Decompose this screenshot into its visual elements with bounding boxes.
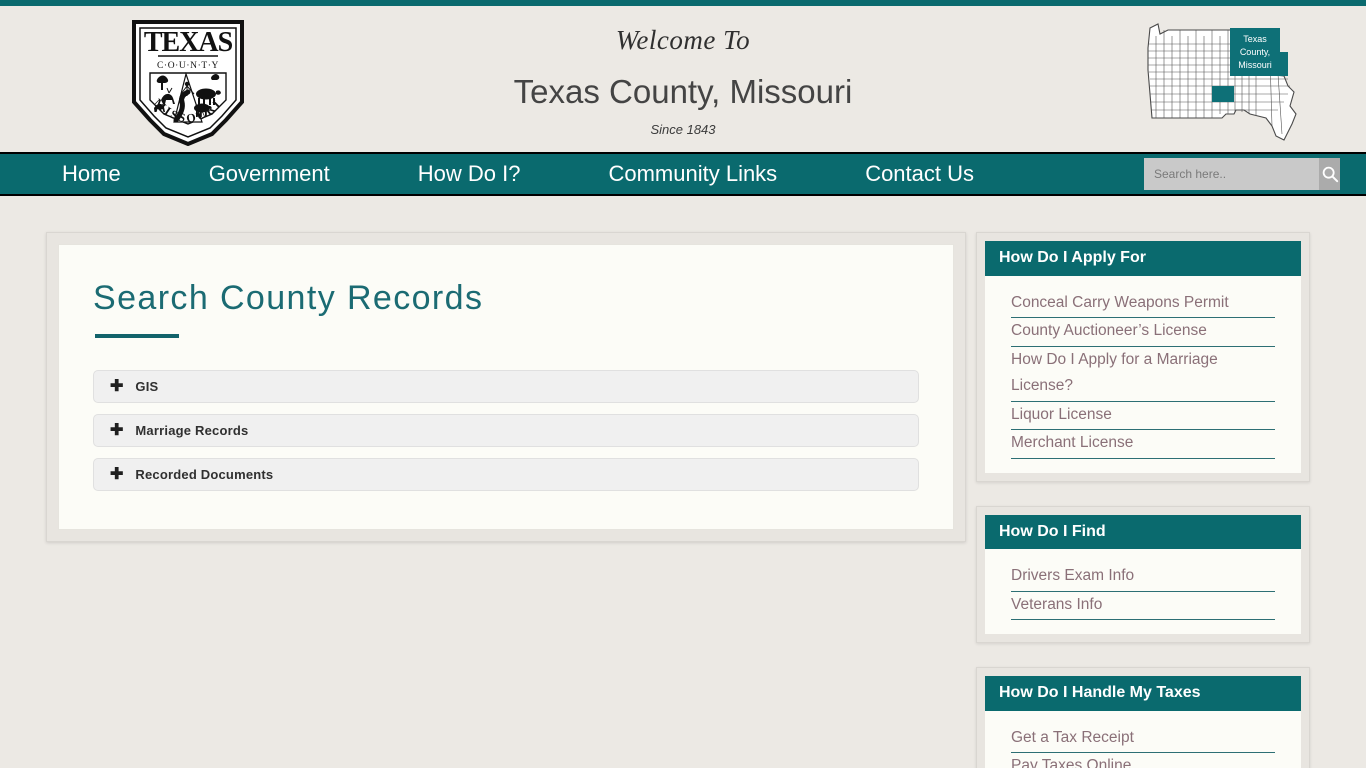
- widget-title: How Do I Apply For: [985, 241, 1301, 276]
- map-tooltip: Texas County, Missouri: [1230, 28, 1288, 76]
- widget-title: How Do I Find: [985, 514, 1301, 550]
- sidebar-link-merchant-license[interactable]: Merchant License: [1011, 430, 1275, 459]
- widget-how-do-i-find: How Do I Find Drivers Exam Info Veterans…: [976, 505, 1310, 644]
- svg-text:C·O·U·N·T·Y: C·O·U·N·T·Y: [157, 61, 219, 71]
- widget-links: Get a Tax Receipt Pay Taxes Online: [985, 710, 1301, 768]
- county-seal-icon: TEXAS C·O·U·N·T·Y MISSOURI: [132, 20, 244, 147]
- svg-text:Texas: Texas: [1243, 34, 1267, 44]
- svg-text:County,: County,: [1240, 47, 1270, 57]
- sidebar-link-liquor-license[interactable]: Liquor License: [1011, 402, 1275, 431]
- plus-icon: ✚: [110, 421, 124, 439]
- sidebar-link-drivers-exam[interactable]: Drivers Exam Info: [1011, 563, 1275, 592]
- search-input[interactable]: [1144, 158, 1319, 190]
- sidebar-link-veterans-info[interactable]: Veterans Info: [1011, 592, 1275, 621]
- nav-item-community-links[interactable]: Community Links: [608, 154, 777, 194]
- main-navigation: Home Government How Do I? Community Link…: [0, 152, 1366, 196]
- page-title: Search County Records: [93, 279, 484, 317]
- page-body: Search County Records ✚ GIS ✚ Marriage R…: [0, 196, 1366, 768]
- title-underline-rule: [95, 334, 179, 339]
- nav-item-government[interactable]: Government: [209, 154, 330, 194]
- sidebar-link-pay-taxes-online[interactable]: Pay Taxes Online: [1011, 753, 1275, 768]
- svg-text:TEXAS: TEXAS: [144, 27, 233, 58]
- widget-how-do-i-handle-my-taxes: How Do I Handle My Taxes Get a Tax Recei…: [976, 667, 1310, 768]
- sidebar-link-conceal-carry[interactable]: Conceal Carry Weapons Permit: [1011, 290, 1275, 319]
- records-accordion: ✚ GIS ✚ Marriage Records ✚ Recorded Docu…: [93, 370, 919, 492]
- main-content-card: Search County Records ✚ GIS ✚ Marriage R…: [46, 232, 966, 543]
- search-button[interactable]: [1319, 158, 1340, 190]
- plus-icon: ✚: [110, 377, 124, 395]
- accordion-item-gis[interactable]: ✚ GIS: [93, 370, 919, 404]
- main-content-inner: Search County Records ✚ GIS ✚ Marriage R…: [58, 244, 954, 531]
- missouri-map-graphic: Texas County, Missouri: [1138, 14, 1308, 146]
- search-icon: [1322, 166, 1338, 183]
- nav-item-home[interactable]: Home: [62, 154, 121, 194]
- highlighted-county: [1212, 86, 1234, 102]
- svg-text:Missouri: Missouri: [1238, 60, 1272, 70]
- missouri-state-map-icon: Texas County, Missouri: [1147, 23, 1297, 141]
- accordion-label: GIS: [135, 379, 159, 395]
- accordion-item-recorded-documents[interactable]: ✚ Recorded Documents: [93, 458, 919, 492]
- widget-links: Conceal Carry Weapons Permit County Auct…: [985, 275, 1301, 473]
- nav-item-how-do-i[interactable]: How Do I?: [418, 154, 521, 194]
- widget-links: Drivers Exam Info Veterans Info: [985, 549, 1301, 635]
- plus-icon: ✚: [110, 465, 124, 483]
- accordion-label: Recorded Documents: [135, 467, 274, 483]
- site-header: TEXAS C·O·U·N·T·Y MISSOURI Welcome To Te…: [0, 6, 1366, 152]
- widget-title: How Do I Handle My Taxes: [985, 676, 1301, 711]
- nav-item-contact-us[interactable]: Contact Us: [865, 154, 974, 194]
- accordion-label: Marriage Records: [135, 423, 249, 439]
- county-seal-logo[interactable]: TEXAS C·O·U·N·T·Y MISSOURI: [128, 18, 248, 147]
- widget-how-do-i-apply-for: How Do I Apply For Conceal Carry Weapons…: [976, 232, 1310, 482]
- search-box: [1144, 158, 1340, 190]
- sidebar: How Do I Apply For Conceal Carry Weapons…: [976, 232, 1310, 768]
- sidebar-link-marriage-license[interactable]: How Do I Apply for a Marriage License?: [1011, 347, 1275, 402]
- accordion-item-marriage-records[interactable]: ✚ Marriage Records: [93, 414, 919, 448]
- sidebar-link-auctioneer[interactable]: County Auctioneer’s License: [1011, 318, 1275, 347]
- sidebar-link-tax-receipt[interactable]: Get a Tax Receipt: [1011, 725, 1275, 754]
